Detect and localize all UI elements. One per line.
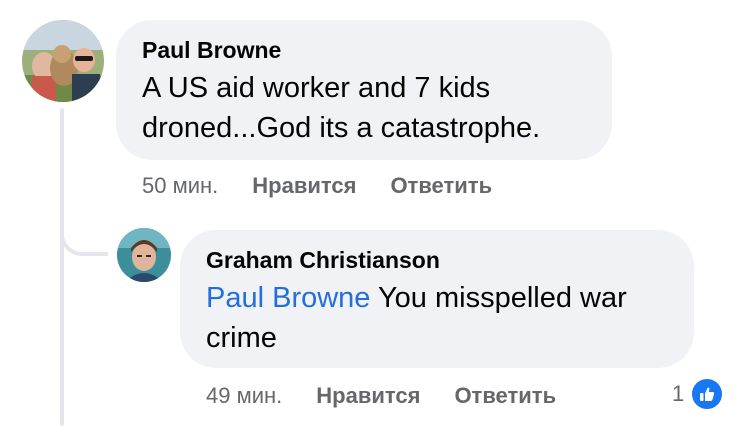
comment-text: A US aid worker and 7 kids droned...God … <box>142 68 586 148</box>
thumbs-up-icon <box>690 377 725 411</box>
reaction-summary[interactable]: 1 <box>672 377 725 411</box>
comment-timestamp[interactable]: 50 мин. <box>142 173 218 199</box>
reply-actions: 49 мин. Нравится Ответить <box>206 383 590 409</box>
comment-author[interactable]: Paul Browne <box>142 36 586 64</box>
reply-bubble[interactable]: Graham Christianson Paul Browne You miss… <box>180 230 694 368</box>
reaction-count: 1 <box>672 381 685 406</box>
avatar[interactable] <box>22 20 104 102</box>
reply-author[interactable]: Graham Christianson <box>206 246 668 274</box>
like-button[interactable]: Нравится <box>316 383 420 409</box>
like-button[interactable]: Нравится <box>252 173 356 199</box>
thread-line <box>60 108 64 426</box>
comment-text-line: A US aid worker and 7 kids <box>142 72 491 104</box>
mention-link[interactable]: Paul Browne <box>206 282 370 314</box>
reply-text-line: Paul Browne You misspelled war <box>206 278 668 318</box>
thread-connector <box>60 200 108 256</box>
comment-actions: 50 мин. Нравится Ответить <box>142 173 526 199</box>
reply-button[interactable]: Ответить <box>390 173 492 199</box>
reply-text: Paul Browne You misspelled war crime <box>206 278 668 358</box>
comment-text-line: droned...God its a catastrophe. <box>142 112 541 144</box>
avatar[interactable] <box>117 228 171 282</box>
comment-bubble[interactable]: Paul Browne A US aid worker and 7 kids d… <box>116 20 612 160</box>
reply-text-line: crime <box>206 322 277 354</box>
reply-text-rest: You misspelled war <box>370 282 627 314</box>
reply-button[interactable]: Ответить <box>454 383 556 409</box>
reply-timestamp[interactable]: 49 мин. <box>206 383 282 409</box>
